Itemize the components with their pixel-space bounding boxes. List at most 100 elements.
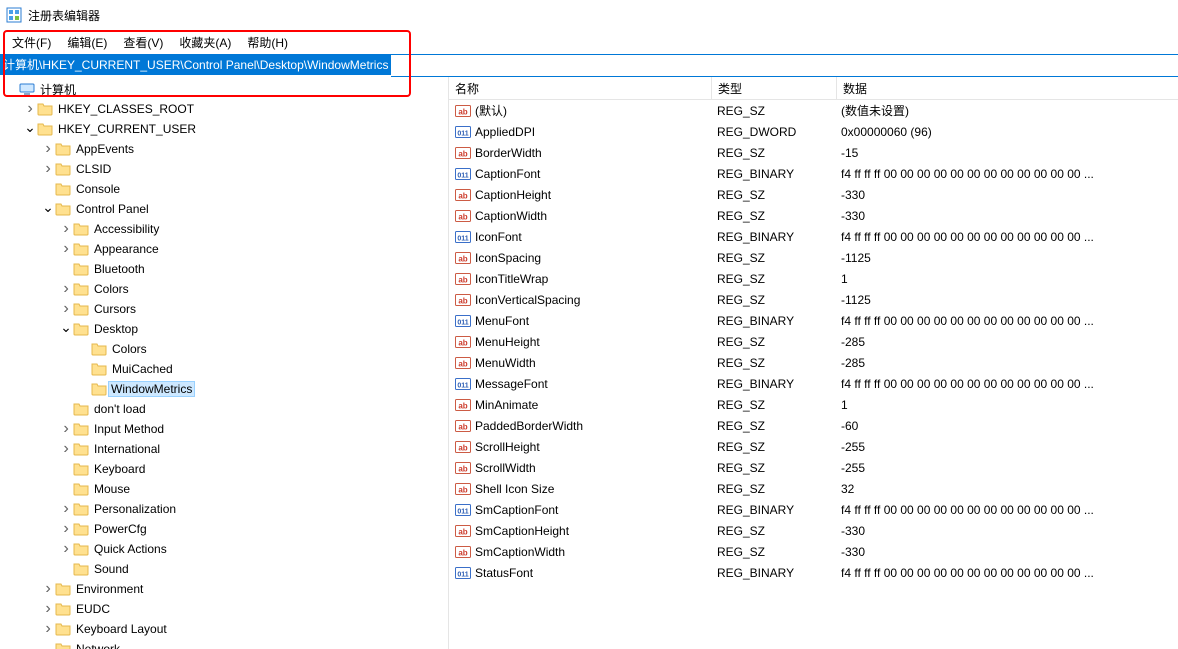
value-name: MenuHeight	[475, 335, 540, 349]
string-value-icon	[455, 397, 471, 413]
tree-item[interactable]: ⌄Desktop	[0, 319, 448, 339]
tree-item[interactable]: ›Colors	[0, 279, 448, 299]
tree-item[interactable]: ⌄Control Panel	[0, 199, 448, 219]
menu-item[interactable]: 查看(V)	[115, 32, 171, 53]
window-title: 注册表编辑器	[28, 7, 100, 24]
chevron-right-icon[interactable]: ›	[42, 163, 54, 175]
value-type: REG_SZ	[711, 251, 835, 265]
binary-value-icon	[455, 565, 471, 581]
chevron-right-icon[interactable]: ›	[60, 523, 72, 535]
col-name-header[interactable]: 名称	[449, 77, 712, 99]
chevron-right-icon[interactable]: ›	[42, 583, 54, 595]
value-row[interactable]: SmCaptionWidthREG_SZ-330	[449, 541, 1178, 562]
value-row[interactable]: CaptionHeightREG_SZ-330	[449, 184, 1178, 205]
chevron-right-icon[interactable]: ›	[60, 503, 72, 515]
value-type: REG_SZ	[711, 524, 835, 538]
tree-item[interactable]: ›Appearance	[0, 239, 448, 259]
folder-icon	[91, 381, 107, 397]
tree-view[interactable]: 计算机›HKEY_CLASSES_ROOT⌄HKEY_CURRENT_USER›…	[0, 77, 449, 649]
tree-item[interactable]: Sound	[0, 559, 448, 579]
value-row[interactable]: IconTitleWrapREG_SZ1	[449, 268, 1178, 289]
value-row[interactable]: IconVerticalSpacingREG_SZ-1125	[449, 289, 1178, 310]
value-row[interactable]: (默认)REG_SZ(数值未设置)	[449, 100, 1178, 121]
tree-item[interactable]: Keyboard	[0, 459, 448, 479]
value-row[interactable]: CaptionWidthREG_SZ-330	[449, 205, 1178, 226]
chevron-right-icon[interactable]: ›	[60, 243, 72, 255]
value-type: REG_BINARY	[711, 503, 835, 517]
value-row[interactable]: IconFontREG_BINARYf4 ff ff ff 00 00 00 0…	[449, 226, 1178, 247]
value-list[interactable]: 名称 类型 数据 (默认)REG_SZ(数值未设置)AppliedDPIREG_…	[449, 77, 1178, 649]
value-row[interactable]: PaddedBorderWidthREG_SZ-60	[449, 415, 1178, 436]
value-row[interactable]: IconSpacingREG_SZ-1125	[449, 247, 1178, 268]
folder-icon	[91, 341, 107, 357]
value-name: StatusFont	[475, 566, 533, 580]
chevron-right-icon[interactable]: ›	[60, 223, 72, 235]
value-type: REG_SZ	[711, 293, 835, 307]
value-data: 32	[835, 482, 1178, 496]
path-bar-rest[interactable]	[391, 54, 1178, 77]
chevron-right-icon[interactable]: ›	[60, 423, 72, 435]
value-name: CaptionWidth	[475, 209, 547, 223]
menu-item[interactable]: 编辑(E)	[59, 32, 115, 53]
chevron-right-icon[interactable]: ›	[60, 283, 72, 295]
folder-icon	[55, 601, 71, 617]
tree-item[interactable]: › Environment	[0, 579, 448, 599]
tree-item[interactable]: 计算机	[0, 79, 448, 99]
chevron-right-icon[interactable]: ›	[42, 603, 54, 615]
col-data-header[interactable]: 数据	[837, 77, 1178, 99]
tree-item[interactable]: WindowMetrics	[0, 379, 448, 399]
value-row[interactable]: SmCaptionFontREG_BINARYf4 ff ff ff 00 00…	[449, 499, 1178, 520]
tree-item[interactable]: Colors	[0, 339, 448, 359]
chevron-down-icon[interactable]: ⌄	[60, 323, 72, 335]
value-data: (数值未设置)	[835, 102, 1178, 119]
value-row[interactable]: CaptionFontREG_BINARYf4 ff ff ff 00 00 0…	[449, 163, 1178, 184]
tree-item[interactable]: ›International	[0, 439, 448, 459]
tree-item[interactable]: ›Input Method	[0, 419, 448, 439]
value-row[interactable]: AppliedDPIREG_DWORD0x00000060 (96)	[449, 121, 1178, 142]
chevron-right-icon[interactable]: ›	[60, 443, 72, 455]
tree-item[interactable]: MuiCached	[0, 359, 448, 379]
chevron-right-icon[interactable]: ›	[60, 543, 72, 555]
value-row[interactable]: Shell Icon SizeREG_SZ32	[449, 478, 1178, 499]
tree-item[interactable]: ›PowerCfg	[0, 519, 448, 539]
value-row[interactable]: MessageFontREG_BINARYf4 ff ff ff 00 00 0…	[449, 373, 1178, 394]
tree-item[interactable]: ›Keyboard Layout	[0, 619, 448, 639]
tree-item-label: Environment	[75, 582, 144, 596]
value-row[interactable]: StatusFontREG_BINARYf4 ff ff ff 00 00 00…	[449, 562, 1178, 583]
value-row[interactable]: MenuFontREG_BINARYf4 ff ff ff 00 00 00 0…	[449, 310, 1178, 331]
tree-item[interactable]: ›AppEvents	[0, 139, 448, 159]
value-row[interactable]: SmCaptionHeightREG_SZ-330	[449, 520, 1178, 541]
value-row[interactable]: ScrollWidthREG_SZ-255	[449, 457, 1178, 478]
path-bar[interactable]: 计算机\HKEY_CURRENT_USER\Control Panel\Desk…	[0, 54, 391, 75]
tree-item[interactable]: Network	[0, 639, 448, 649]
tree-item[interactable]: don't load	[0, 399, 448, 419]
menu-item[interactable]: 收藏夹(A)	[171, 32, 239, 53]
tree-item[interactable]: Mouse	[0, 479, 448, 499]
value-row[interactable]: MinAnimateREG_SZ1	[449, 394, 1178, 415]
value-row[interactable]: MenuHeightREG_SZ-285	[449, 331, 1178, 352]
tree-item[interactable]: Bluetooth	[0, 259, 448, 279]
tree-item[interactable]: ›Personalization	[0, 499, 448, 519]
chevron-down-icon[interactable]: ⌄	[24, 123, 36, 135]
value-data: f4 ff ff ff 00 00 00 00 00 00 00 00 00 0…	[835, 377, 1178, 391]
tree-item[interactable]: ›CLSID	[0, 159, 448, 179]
chevron-down-icon[interactable]: ⌄	[42, 203, 54, 215]
col-type-header[interactable]: 类型	[712, 77, 837, 99]
menu-item[interactable]: 文件(F)	[4, 32, 59, 53]
chevron-right-icon[interactable]: ›	[60, 303, 72, 315]
chevron-right-icon[interactable]: ›	[24, 103, 36, 115]
menu-item[interactable]: 帮助(H)	[239, 32, 296, 53]
chevron-right-icon[interactable]: ›	[42, 623, 54, 635]
chevron-right-icon[interactable]: ›	[42, 143, 54, 155]
folder-icon	[73, 501, 89, 517]
tree-item[interactable]: ›Quick Actions	[0, 539, 448, 559]
tree-item[interactable]: ›HKEY_CLASSES_ROOT	[0, 99, 448, 119]
tree-item[interactable]: ›EUDC	[0, 599, 448, 619]
tree-item[interactable]: ›Accessibility	[0, 219, 448, 239]
tree-item[interactable]: ⌄HKEY_CURRENT_USER	[0, 119, 448, 139]
tree-item[interactable]: Console	[0, 179, 448, 199]
value-row[interactable]: MenuWidthREG_SZ-285	[449, 352, 1178, 373]
value-row[interactable]: ScrollHeightREG_SZ-255	[449, 436, 1178, 457]
tree-item[interactable]: ›Cursors	[0, 299, 448, 319]
value-row[interactable]: BorderWidthREG_SZ-15	[449, 142, 1178, 163]
